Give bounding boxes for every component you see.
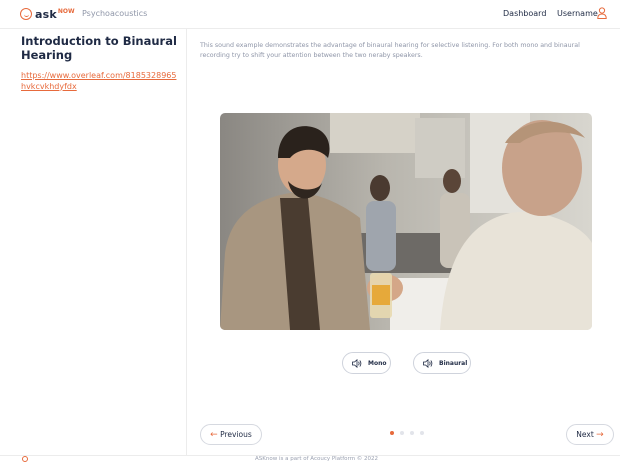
dashboard-link[interactable]: Dashboard [503, 9, 546, 18]
lesson-title: Introduction to Binaural Hearing [21, 34, 177, 62]
lesson-link[interactable]: https://www.overleaf.com/8185328965hvkcv… [21, 71, 179, 92]
binaural-label: Binaural [439, 359, 468, 367]
binaural-play-button[interactable]: Binaural [413, 352, 471, 374]
previous-label: Previous [220, 430, 252, 439]
asknow-logo[interactable]: ask NOW [20, 7, 75, 21]
speaker-icon [423, 358, 433, 368]
footer-logo-icon [22, 456, 28, 462]
username-link[interactable]: Username [557, 9, 598, 18]
next-label: Next [576, 430, 594, 439]
conversation-photo [220, 113, 592, 330]
speaker-icon [352, 358, 362, 368]
arrow-right-icon: → [596, 429, 604, 440]
smile-logo-icon [20, 8, 32, 20]
next-button[interactable]: Next → [566, 424, 614, 445]
previous-button[interactable]: ← Previous [200, 424, 262, 445]
page-dot[interactable] [390, 431, 394, 435]
mono-label: Mono [368, 359, 387, 367]
page-dot[interactable] [410, 431, 414, 435]
mono-play-button[interactable]: Mono [342, 352, 391, 374]
user-icon[interactable] [597, 7, 607, 19]
pagination-dots [390, 431, 430, 435]
lesson-sidebar: Introduction to Binaural Hearing https:/… [0, 29, 187, 455]
arrow-left-icon: ← [210, 429, 218, 440]
page-dot[interactable] [400, 431, 404, 435]
logo-now-text: NOW [57, 7, 75, 15]
top-bar: ask NOW Psychoacoustics Dashboard Userna… [0, 0, 620, 29]
page-dot[interactable] [420, 431, 424, 435]
footer-text: ASKnow is a part of Acoucy Platform © 20… [255, 456, 379, 462]
example-description: This sound example demonstrates the adva… [200, 42, 580, 59]
section-title: Psychoacoustics [82, 9, 148, 18]
logo-text: ask [35, 7, 57, 21]
